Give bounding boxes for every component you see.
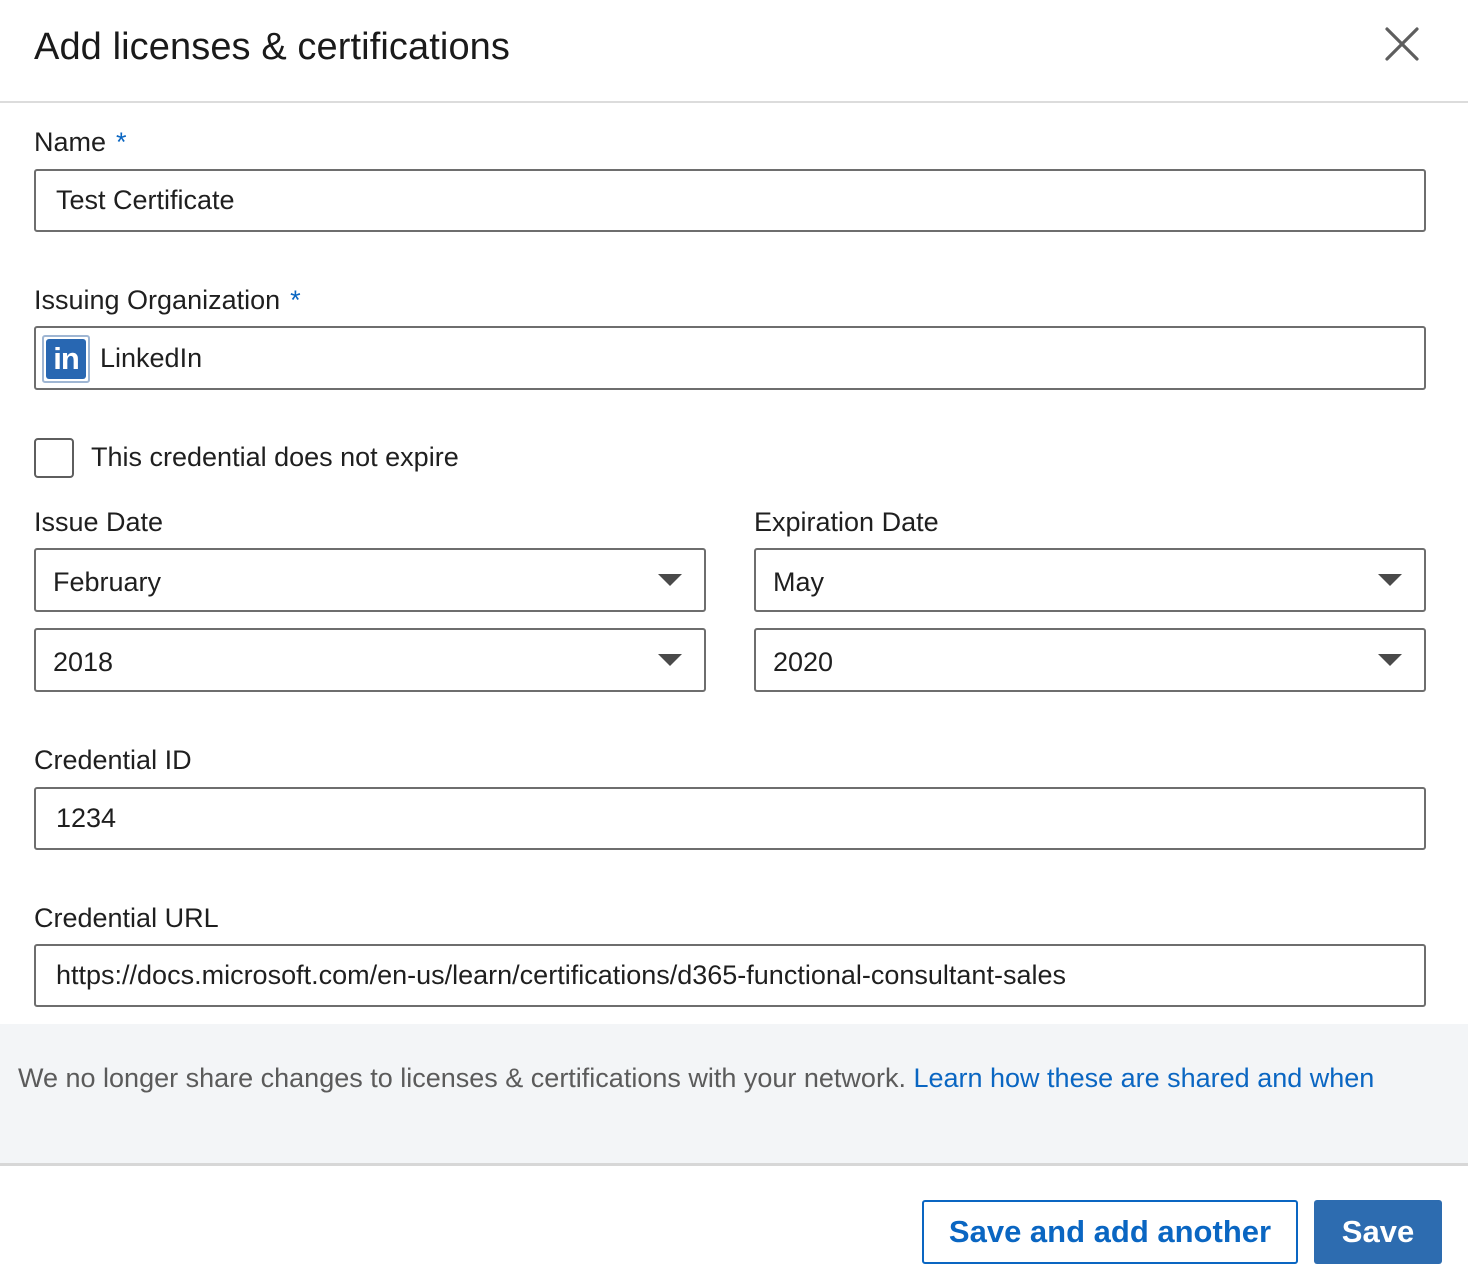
credential-url-label: Credential URL bbox=[34, 903, 219, 933]
close-button[interactable] bbox=[1380, 22, 1424, 66]
issuing-organization-value: LinkedIn bbox=[100, 343, 203, 373]
credential-url-input[interactable] bbox=[34, 944, 1426, 1007]
issuing-organization-input[interactable]: in LinkedIn bbox=[34, 326, 1426, 390]
linkedin-logo-text: in bbox=[46, 339, 86, 379]
expiration-date-label: Expiration Date bbox=[754, 507, 939, 537]
issue-year-value: 2018 bbox=[53, 647, 114, 677]
close-icon bbox=[1385, 27, 1419, 61]
save-and-add-another-button[interactable]: Save and add another bbox=[922, 1200, 1298, 1264]
dialog-header: Add licenses & certifications bbox=[0, 0, 1468, 103]
expiration-month-select[interactable]: May bbox=[754, 548, 1426, 612]
name-input[interactable] bbox=[34, 169, 1426, 232]
no-expire-checkbox-label[interactable]: This credential does not expire bbox=[91, 442, 459, 473]
required-marker: * bbox=[290, 285, 301, 315]
learn-more-link[interactable]: Learn how these are shared and when bbox=[913, 1063, 1374, 1093]
add-certification-dialog: Add licenses & certifications Name * Issu… bbox=[0, 0, 1468, 1286]
sharing-notice-text: We no longer share changes to licenses &… bbox=[18, 1063, 906, 1093]
save-button[interactable]: Save bbox=[1314, 1200, 1442, 1264]
caret-down-icon bbox=[658, 574, 682, 586]
caret-down-icon bbox=[1378, 654, 1402, 666]
credential-id-label: Credential ID bbox=[34, 745, 192, 775]
caret-down-icon bbox=[658, 654, 682, 666]
dialog-title: Add licenses & certifications bbox=[34, 26, 511, 68]
required-marker: * bbox=[116, 127, 127, 157]
credential-id-input[interactable] bbox=[34, 787, 1426, 850]
caret-down-icon bbox=[1378, 574, 1402, 586]
linkedin-logo-icon: in bbox=[42, 335, 90, 383]
expiration-month-value: May bbox=[773, 567, 825, 597]
sharing-notice: We no longer share changes to licenses &… bbox=[0, 1024, 1468, 1166]
issue-date-label: Issue Date bbox=[34, 507, 164, 537]
issuing-organization-label: Issuing Organization * bbox=[34, 285, 301, 316]
name-label: Name * bbox=[34, 127, 127, 158]
name-label-text: Name bbox=[34, 127, 107, 157]
expiration-year-value: 2020 bbox=[773, 647, 834, 677]
issue-month-value: February bbox=[53, 567, 162, 597]
issuing-organization-label-text: Issuing Organization bbox=[34, 285, 281, 315]
expiration-year-select[interactable]: 2020 bbox=[754, 628, 1426, 692]
issue-year-select[interactable]: 2018 bbox=[34, 628, 706, 692]
no-expire-checkbox[interactable] bbox=[34, 438, 74, 478]
issue-month-select[interactable]: February bbox=[34, 548, 706, 612]
sharing-notice-text-block: We no longer share changes to licenses &… bbox=[18, 1059, 1438, 1097]
